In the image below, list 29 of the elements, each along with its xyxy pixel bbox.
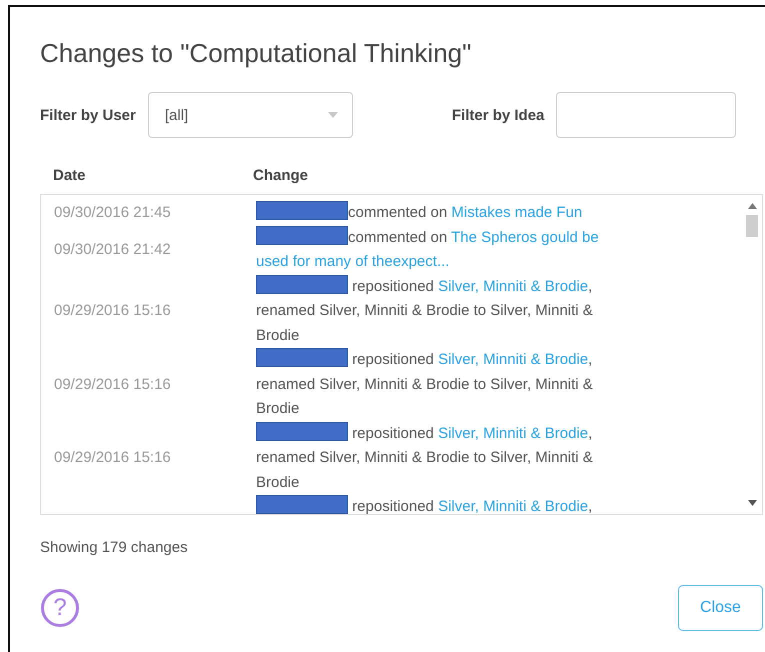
- date-cell: 09/29/2016 15:16: [54, 449, 171, 466]
- close-button[interactable]: Close: [678, 585, 763, 631]
- column-header: Date: [53, 167, 86, 184]
- idea-link[interactable]: The Spheros gould be: [451, 228, 599, 246]
- idea-link[interactable]: Silver, Minniti & Brodie: [438, 351, 588, 368]
- filter-label: Filter by User: [40, 106, 136, 124]
- idea-link[interactable]: Silver, Minniti & Brodie: [438, 498, 588, 514]
- scrollbar-thumb[interactable]: [746, 215, 758, 237]
- change-text: commented on Mistakes made Fun: [256, 201, 582, 226]
- date-cell: 09/30/2016 21:45: [54, 204, 171, 221]
- idea-input-field[interactable]: [556, 92, 736, 138]
- idea-link[interactable]: used for many of theexpect...: [256, 253, 450, 270]
- idea-link[interactable]: Silver, Minniti & Brodie: [438, 424, 588, 442]
- scroll-up-icon[interactable]: [748, 203, 756, 209]
- change-text: commented on The Spheros gould be used for many of theexpect...: [256, 226, 599, 274]
- column-header: Change: [253, 167, 308, 184]
- change-count: Showing 179 changes: [40, 539, 188, 556]
- dialog-title: Changes to "Computational Thinking": [40, 37, 472, 69]
- user-dropdown[interactable]: [all]: [148, 92, 353, 138]
- filter-label: Filter by Idea: [452, 106, 544, 124]
- caret-icon: [328, 112, 338, 118]
- idea-link[interactable]: Silver, Minniti & Brodie: [438, 278, 588, 294]
- scroll-down-icon[interactable]: [748, 500, 756, 506]
- date-cell: 09/30/2016 21:42: [54, 240, 171, 258]
- change-text: repositioned Silver, Minniti & Brodie,: [256, 495, 592, 514]
- idea-link[interactable]: Mistakes made Fun: [451, 204, 582, 221]
- date-cell: 09/29/2016 15:16: [54, 376, 171, 392]
- help-button[interactable]: ?: [41, 589, 79, 627]
- date-cell: 09/29/2016 15:16: [54, 302, 171, 319]
